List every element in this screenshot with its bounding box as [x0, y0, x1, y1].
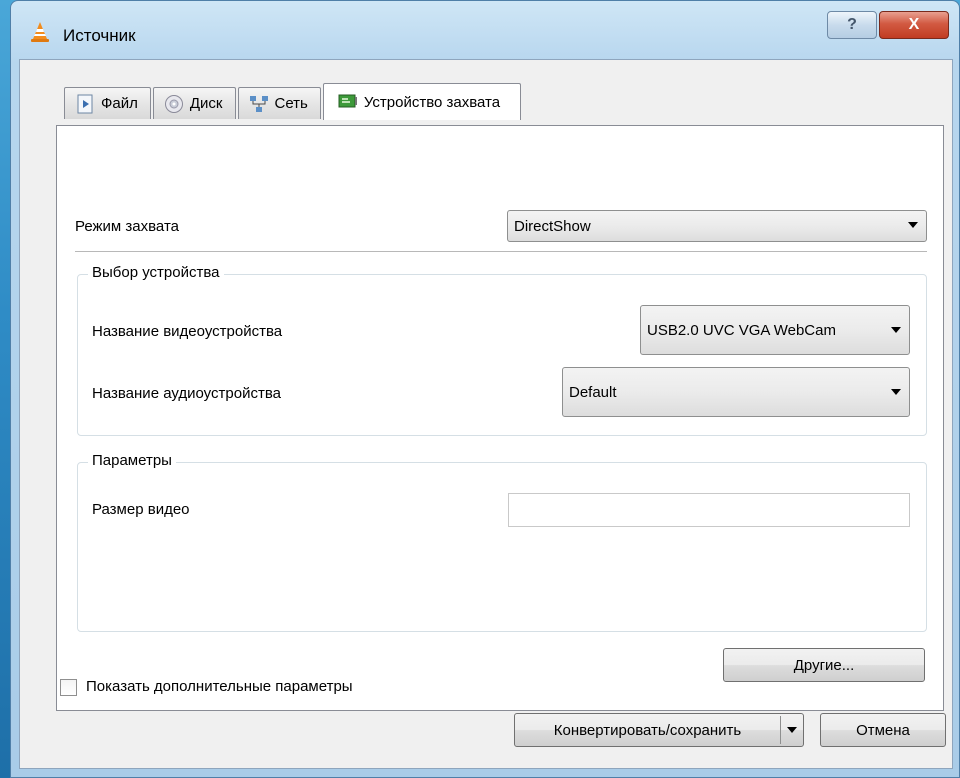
video-size-field[interactable] [508, 493, 910, 527]
video-device-value: USB2.0 UVC VGA WebCam [647, 321, 836, 339]
show-more-options-checkbox[interactable] [60, 679, 77, 696]
video-size-label: Размер видео [92, 501, 190, 518]
vlc-cone-icon [31, 22, 49, 42]
disc-icon [164, 94, 183, 113]
network-icon [249, 95, 268, 112]
dialog-window: Источник ? X Файл Диск Сеть Устройство з… [10, 0, 960, 778]
tab-disc[interactable]: Диск [152, 87, 236, 119]
audio-device-select[interactable]: Default [562, 367, 910, 417]
video-device-select[interactable]: USB2.0 UVC VGA WebCam [640, 305, 910, 355]
capture-card-icon [338, 94, 357, 108]
convert-save-button[interactable]: Конвертировать/сохранить [515, 722, 780, 739]
help-icon: ? [847, 16, 857, 33]
chevron-down-icon [891, 389, 901, 395]
tab-capture-device-label: Устройство захвата [363, 93, 501, 111]
source-tabs: Файл Диск Сеть Устройство захвата [64, 82, 523, 120]
tab-network-label: Сеть [274, 95, 308, 112]
tab-capture-device[interactable]: Устройство захвата [322, 83, 522, 120]
chevron-down-icon [908, 222, 918, 228]
file-play-icon [77, 94, 93, 113]
capture-mode-label: Режим захвата [75, 218, 179, 235]
video-device-label: Название видеоустройства [92, 323, 283, 340]
chevron-down-icon [891, 327, 901, 333]
divider [75, 251, 927, 252]
tab-file[interactable]: Файл [64, 87, 151, 119]
other-options-button[interactable]: Другие... [723, 648, 925, 682]
tab-network[interactable]: Сеть [237, 87, 321, 119]
capture-mode-select[interactable]: DirectShow [507, 210, 927, 242]
capture-mode-value: DirectShow [514, 217, 591, 235]
parameters-group: Параметры Размер видео [77, 452, 927, 632]
convert-save-split-button[interactable]: Конвертировать/сохранить [514, 713, 804, 747]
window-title: Источник [63, 26, 136, 45]
audio-device-value: Default [569, 383, 617, 401]
parameters-legend: Параметры [88, 452, 176, 469]
tab-file-label: Файл [101, 95, 138, 112]
show-more-options-label[interactable]: Показать дополнительные параметры [86, 678, 353, 695]
capture-device-panel: Режим захвата DirectShow Выбор устройств… [56, 125, 944, 711]
device-selection-group: Выбор устройства Название видеоустройств… [77, 264, 927, 436]
title-bar[interactable]: Источник ? X [11, 1, 959, 59]
convert-save-dropdown-icon[interactable] [780, 716, 803, 744]
device-selection-legend: Выбор устройства [88, 264, 224, 281]
close-icon: X [908, 16, 920, 33]
tab-disc-label: Диск [189, 95, 223, 112]
help-button[interactable]: ? [827, 11, 877, 39]
cancel-button[interactable]: Отмена [820, 713, 946, 747]
close-button[interactable]: X [879, 11, 949, 39]
audio-device-label: Название аудиоустройства [92, 385, 281, 402]
dialog-client-area: Файл Диск Сеть Устройство захвата Режим … [19, 59, 953, 769]
